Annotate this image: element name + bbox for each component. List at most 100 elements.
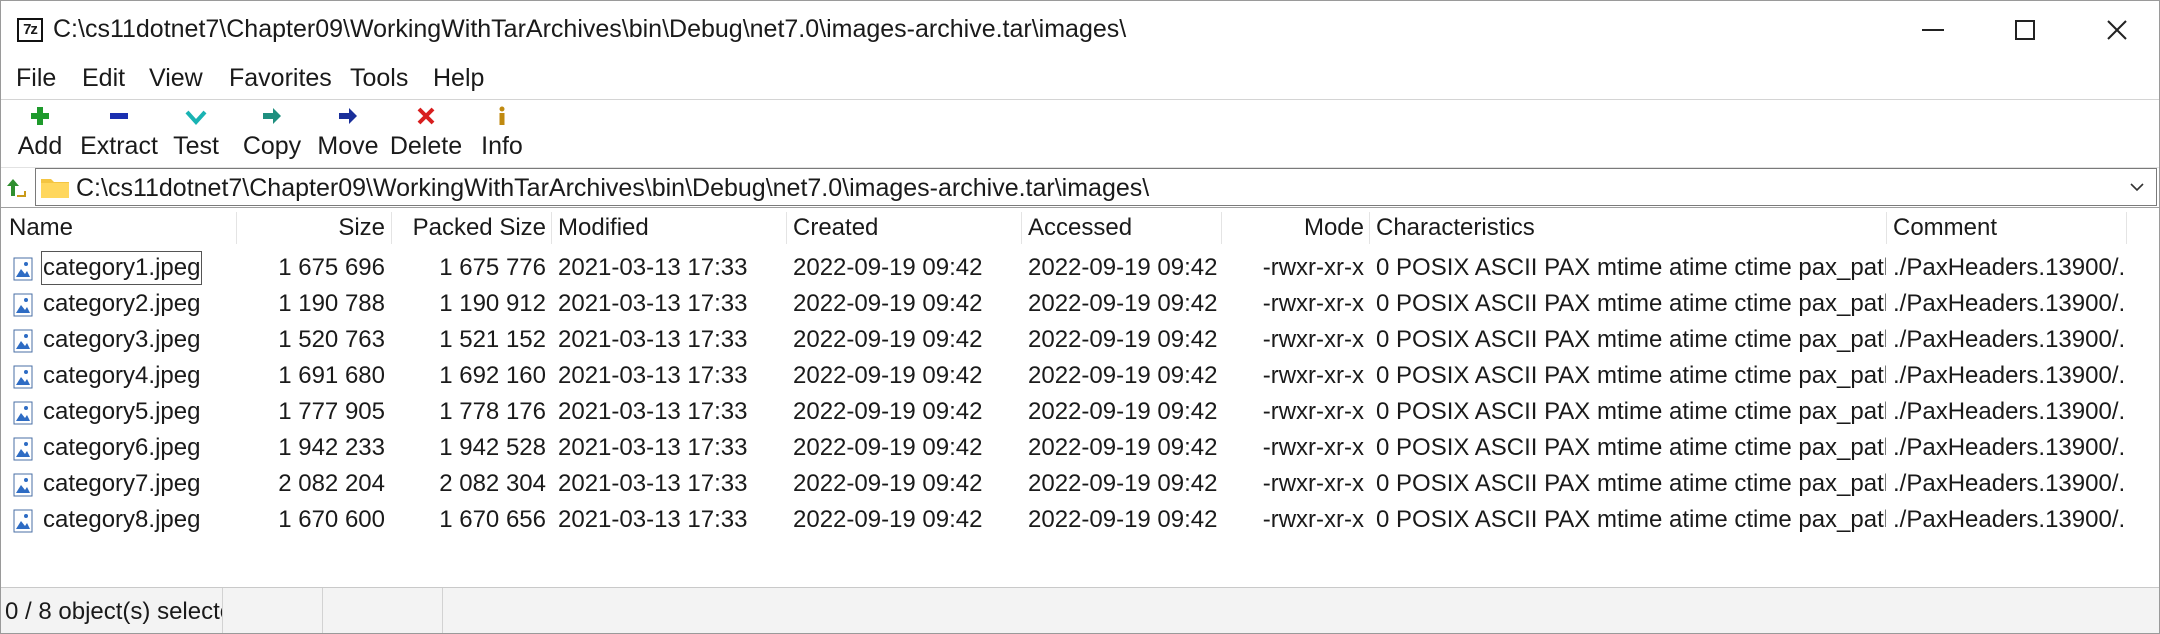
chevron-down-icon[interactable] (2128, 179, 2146, 195)
file-name[interactable]: category8.jpeg (43, 502, 233, 538)
file-comment: ./PaxHeaders.13900/. (1893, 362, 2126, 389)
file-modified: 2021-03-13 17:33 (558, 434, 748, 461)
archive-window: 7z C:\cs11dotnet7\Chapter09\WorkingWithT… (0, 0, 2160, 634)
table-row[interactable]: category8.jpeg 1 670 600 1 670 656 2021-… (1, 502, 2159, 538)
col-size[interactable]: Size (237, 208, 385, 248)
table-row[interactable]: category5.jpeg 1 777 905 1 778 176 2021-… (1, 394, 2159, 430)
file-packed-size: 1 942 528 (439, 434, 546, 461)
file-name[interactable]: category5.jpeg (43, 394, 233, 430)
copy-arrow-icon (263, 108, 281, 124)
move-arrow-icon (339, 108, 357, 124)
file-accessed: 2022-09-19 09:42 (1028, 434, 1218, 461)
file-comment: ./PaxHeaders.13900/. (1893, 290, 2126, 317)
file-comment: ./PaxHeaders.13900/. (1893, 326, 2126, 353)
file-created: 2022-09-19 09:42 (793, 398, 983, 425)
col-mode[interactable]: Mode (1221, 208, 1364, 248)
file-characteristics: 0 POSIX ASCII PAX mtime atime ctime pax_… (1376, 398, 1886, 425)
file-characteristics: 0 POSIX ASCII PAX mtime atime ctime pax_… (1376, 434, 1886, 461)
file-accessed: 2022-09-19 09:42 (1028, 506, 1218, 533)
status-cell-empty (323, 588, 443, 633)
table-row[interactable]: category6.jpeg 1 942 233 1 942 528 2021-… (1, 430, 2159, 466)
test-button[interactable]: Test (167, 100, 225, 166)
table-row[interactable]: category3.jpeg 1 520 763 1 521 152 2021-… (1, 322, 2159, 358)
col-name[interactable]: Name (9, 208, 237, 248)
column-separator[interactable] (1021, 212, 1022, 244)
column-separator[interactable] (1369, 212, 1370, 244)
file-accessed: 2022-09-19 09:42 (1028, 290, 1218, 317)
file-characteristics: 0 POSIX ASCII PAX mtime atime ctime pax_… (1376, 254, 1886, 281)
menu-help[interactable]: Help (433, 64, 484, 93)
file-mode: -rwxr-xr-x (1262, 254, 1364, 281)
table-row[interactable]: category7.jpeg 2 082 204 2 082 304 2021-… (1, 466, 2159, 502)
col-accessed[interactable]: Accessed (1028, 208, 1218, 248)
col-created[interactable]: Created (793, 208, 1023, 248)
table-row[interactable]: category1.jpeg 1 675 696 1 675 776 2021-… (1, 250, 2159, 286)
file-modified: 2021-03-13 17:33 (558, 506, 748, 533)
close-button[interactable] (2071, 1, 2159, 59)
address-path[interactable]: C:\cs11dotnet7\Chapter09\WorkingWithTarA… (76, 174, 1149, 203)
file-name[interactable]: category7.jpeg (43, 466, 233, 502)
col-comment[interactable]: Comment (1893, 208, 2123, 248)
file-comment: ./PaxHeaders.13900/. (1893, 434, 2126, 461)
maximize-button[interactable] (1979, 1, 2071, 59)
copy-button[interactable]: Copy (237, 100, 307, 166)
title-bar[interactable]: 7z C:\cs11dotnet7\Chapter09\WorkingWithT… (1, 1, 2159, 59)
file-packed-size: 1 692 160 (439, 362, 546, 389)
column-separator[interactable] (786, 212, 787, 244)
col-packed-size[interactable]: Packed Size (391, 208, 546, 248)
image-file-icon (13, 257, 33, 281)
column-separator[interactable] (1886, 212, 1887, 244)
file-accessed: 2022-09-19 09:42 (1028, 362, 1218, 389)
image-file-icon (13, 401, 33, 425)
file-comment: ./PaxHeaders.13900/. (1893, 398, 2126, 425)
file-packed-size: 2 082 304 (439, 470, 546, 497)
file-name[interactable]: category6.jpeg (43, 430, 233, 466)
file-name[interactable]: category4.jpeg (43, 358, 233, 394)
table-row[interactable]: category4.jpeg 1 691 680 1 692 160 2021-… (1, 358, 2159, 394)
file-size: 1 670 600 (278, 506, 385, 533)
add-button[interactable]: Add (11, 100, 69, 166)
file-modified: 2021-03-13 17:33 (558, 362, 748, 389)
file-name[interactable]: category1.jpeg (41, 251, 203, 285)
menu-favorites[interactable]: Favorites (229, 64, 332, 93)
file-list[interactable]: Name Size Packed Size Modified Created A… (1, 207, 2159, 588)
image-file-icon (13, 293, 33, 317)
file-created: 2022-09-19 09:42 (793, 434, 983, 461)
file-created: 2022-09-19 09:42 (793, 506, 983, 533)
address-combobox[interactable]: C:\cs11dotnet7\Chapter09\WorkingWithTarA… (35, 168, 2157, 206)
app-7zip-icon[interactable]: 7z (17, 18, 43, 42)
file-name[interactable]: category3.jpeg (43, 322, 233, 358)
copy-label: Copy (242, 132, 302, 160)
delete-button[interactable]: Delete (389, 100, 463, 166)
file-modified: 2021-03-13 17:33 (558, 398, 748, 425)
info-button[interactable]: Info (473, 100, 531, 166)
image-file-icon (13, 509, 33, 533)
status-selection-cell: 0 / 8 object(s) selecte (1, 588, 223, 633)
column-separator[interactable] (551, 212, 552, 244)
minimize-icon (1922, 29, 1944, 31)
maximize-icon (2015, 20, 2035, 40)
file-packed-size: 1 670 656 (439, 506, 546, 533)
file-name[interactable]: category2.jpeg (43, 286, 233, 322)
file-characteristics: 0 POSIX ASCII PAX mtime atime ctime pax_… (1376, 362, 1886, 389)
file-size: 2 082 204 (278, 470, 385, 497)
menu-view[interactable]: View (149, 64, 203, 93)
minimize-button[interactable] (1887, 1, 1979, 59)
menu-edit[interactable]: Edit (82, 64, 125, 93)
file-modified: 2021-03-13 17:33 (558, 470, 748, 497)
col-modified[interactable]: Modified (558, 208, 788, 248)
file-packed-size: 1 190 912 (439, 290, 546, 317)
file-characteristics: 0 POSIX ASCII PAX mtime atime ctime pax_… (1376, 470, 1886, 497)
window-title: C:\cs11dotnet7\Chapter09\WorkingWithTarA… (53, 15, 1127, 43)
extract-button[interactable]: Extract (79, 100, 159, 166)
col-characteristics[interactable]: Characteristics (1376, 208, 1886, 248)
extract-label: Extract (80, 132, 158, 160)
menu-tools[interactable]: Tools (350, 64, 408, 93)
move-button[interactable]: Move (315, 100, 381, 166)
folder-up-icon[interactable] (5, 176, 29, 200)
file-mode: -rwxr-xr-x (1262, 362, 1364, 389)
menu-file[interactable]: File (16, 64, 56, 93)
column-separator[interactable] (2126, 212, 2127, 244)
file-modified: 2021-03-13 17:33 (558, 290, 748, 317)
table-row[interactable]: category2.jpeg 1 190 788 1 190 912 2021-… (1, 286, 2159, 322)
